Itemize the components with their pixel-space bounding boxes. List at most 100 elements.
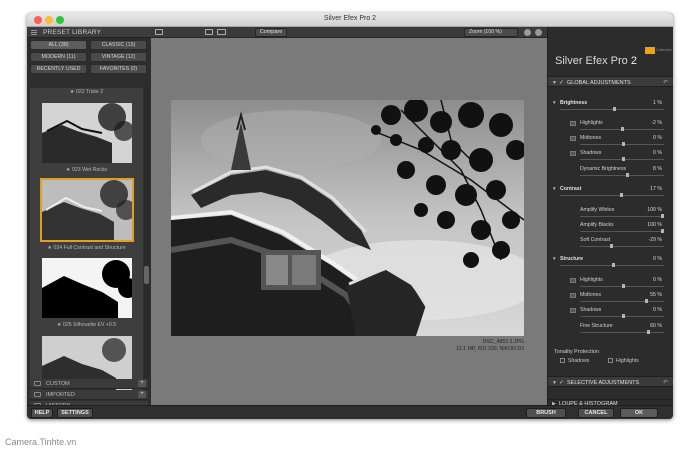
slider-knob[interactable] <box>612 263 615 267</box>
slider-knob[interactable] <box>622 314 625 318</box>
slider-knob[interactable] <box>647 330 650 334</box>
slider-knob[interactable] <box>613 107 616 111</box>
category-custom[interactable]: CUSTOM + <box>30 379 148 389</box>
slider-label: Shadows <box>580 150 602 156</box>
filter-classic[interactable]: CLASSIC (15) <box>90 40 147 50</box>
filter-recently-used[interactable]: RECENTLY USED <box>30 64 87 74</box>
slider-knob[interactable] <box>645 299 648 303</box>
preset-thumbnail-selected[interactable] <box>40 178 134 242</box>
shadows-slider[interactable] <box>580 157 664 161</box>
fine-structure-row[interactable]: Fine Structure 60 % <box>548 323 673 332</box>
amplify-blacks-slider[interactable] <box>580 229 664 233</box>
enable-checkbox-icon[interactable]: ✓ <box>559 79 564 86</box>
slider-knob[interactable] <box>622 284 625 288</box>
reset-undo-icon[interactable]: ↶ <box>663 379 668 386</box>
slider-knob[interactable] <box>610 244 613 248</box>
preset-library-header[interactable]: PRESET LIBRARY <box>27 27 151 38</box>
section-label: GLOBAL ADJUSTMENTS <box>567 80 631 86</box>
checkbox-icon[interactable] <box>608 358 613 364</box>
midtones-icon <box>570 293 576 298</box>
brightness-slider[interactable] <box>560 107 664 111</box>
add-preset-icon[interactable]: + <box>138 380 146 387</box>
app-window: Silver Efex Pro 2 PRESET LIBRARY ALL (38… <box>27 13 673 419</box>
preset-library-panel: PRESET LIBRARY ALL (38) CLASSIC (15) MOD… <box>27 27 151 411</box>
preview-image[interactable] <box>171 100 524 336</box>
settings-button[interactable]: SETTINGS <box>57 408 93 418</box>
slider-knob[interactable] <box>626 173 629 177</box>
preset-scrollbar[interactable] <box>144 88 149 390</box>
structure-midtones-slider[interactable] <box>580 299 664 303</box>
import-preset-icon[interactable]: + <box>138 391 146 398</box>
slider-label: Structure <box>560 256 584 262</box>
panel-toggle-icon[interactable] <box>155 29 163 35</box>
library-menu-icon <box>31 30 37 35</box>
reset-undo-icon[interactable]: ↶ <box>663 79 668 86</box>
enable-checkbox-icon[interactable]: ✓ <box>559 379 564 386</box>
slider-knob[interactable] <box>622 157 625 161</box>
dynamic-brightness-row[interactable]: Dynamic Brightness 8 % <box>548 166 673 175</box>
tonality-shadows-toggle[interactable]: Shadows <box>560 358 589 364</box>
slider-value: 17 % <box>650 186 662 192</box>
structure-slider[interactable] <box>560 263 664 267</box>
selective-adjustments-header[interactable]: ▼ ✓ SELECTIVE ADJUSTMENTS ↶ <box>548 376 673 387</box>
scrollbar-thumb[interactable] <box>144 266 149 284</box>
structure-highlights-slider[interactable] <box>580 284 664 288</box>
slider-knob[interactable] <box>661 214 664 218</box>
brightness-midtones-row[interactable]: Midtones 0 % <box>548 135 673 144</box>
amplify-whites-slider[interactable] <box>580 214 664 218</box>
brightness-row[interactable]: ▼ Brightness 1 % <box>548 100 673 109</box>
fine-structure-slider[interactable] <box>580 330 664 334</box>
slider-value: 60 % <box>650 323 662 329</box>
slider-knob[interactable] <box>661 229 664 233</box>
category-imported[interactable]: IMPORTED + <box>30 390 148 400</box>
expand-triangle-icon[interactable]: ▼ <box>552 256 557 261</box>
highlights-slider[interactable] <box>580 127 664 131</box>
background-color-icon[interactable] <box>524 29 531 36</box>
preset-thumbnail[interactable] <box>42 258 132 318</box>
brush-button[interactable]: BRUSH <box>526 408 566 418</box>
structure-midtones-row[interactable]: Midtones 55 % <box>548 292 673 301</box>
shadows-icon <box>570 151 576 156</box>
structure-highlights-row[interactable]: Highlights 0 % <box>548 277 673 286</box>
expand-triangle-icon[interactable]: ▼ <box>552 100 557 105</box>
global-adjustments-header[interactable]: ▼ ✓ GLOBAL ADJUSTMENTS ↶ <box>548 76 673 87</box>
single-view-icon[interactable] <box>205 29 213 35</box>
preset-thumbnail[interactable] <box>42 103 132 163</box>
zoom-select[interactable]: Zoom (100 %) <box>464 28 518 37</box>
filter-modern[interactable]: MODERN (11) <box>30 52 87 62</box>
compare-button[interactable]: Compare <box>255 28 287 37</box>
collapse-triangle-icon: ▼ <box>552 380 557 386</box>
soft-contrast-slider[interactable] <box>580 244 664 248</box>
dynamic-brightness-slider[interactable] <box>580 173 664 177</box>
structure-shadows-slider[interactable] <box>580 314 664 318</box>
expand-triangle-icon[interactable]: ▼ <box>552 186 557 191</box>
filter-favorites[interactable]: FAVORITES (0) <box>90 64 147 74</box>
slider-knob[interactable] <box>622 142 625 146</box>
amplify-blacks-row[interactable]: Amplify Blacks 100 % <box>548 222 673 231</box>
amplify-whites-row[interactable]: Amplify Whites 100 % <box>548 207 673 216</box>
tonality-highlights-toggle[interactable]: Highlights <box>608 358 639 364</box>
loupe-icon[interactable] <box>535 29 542 36</box>
image-metadata: 12.1 MP, ISO 200, NIKON D3 <box>456 346 524 352</box>
filter-vintage[interactable]: VINTAGE (12) <box>90 52 147 62</box>
structure-row[interactable]: ▼ Structure 0 % <box>548 256 673 265</box>
app-version: 2 <box>630 55 637 67</box>
slider-value: 8 % <box>653 166 662 172</box>
midtones-slider[interactable] <box>580 142 664 146</box>
slider-knob[interactable] <box>621 127 624 131</box>
contrast-row[interactable]: ▼ Contrast 17 % <box>548 186 673 195</box>
slider-knob[interactable] <box>620 193 623 197</box>
slider-label: Midtones <box>580 135 602 141</box>
ok-button[interactable]: OK <box>620 408 658 418</box>
cancel-button[interactable]: CANCEL <box>578 408 614 418</box>
contrast-slider[interactable] <box>560 193 664 197</box>
checkbox-icon[interactable] <box>560 358 565 364</box>
brightness-highlights-row[interactable]: Highlights -2 % <box>548 120 673 129</box>
brightness-shadows-row[interactable]: Shadows 0 % <box>548 150 673 159</box>
slider-label: Contrast <box>560 186 582 192</box>
help-button[interactable]: HELP <box>31 408 53 418</box>
split-view-icon[interactable] <box>217 29 226 35</box>
filter-all[interactable]: ALL (38) <box>30 40 87 50</box>
preset-caption: ★ 023 Wet Rocks <box>65 167 108 173</box>
structure-shadows-row[interactable]: Shadows 0 % <box>548 307 673 316</box>
